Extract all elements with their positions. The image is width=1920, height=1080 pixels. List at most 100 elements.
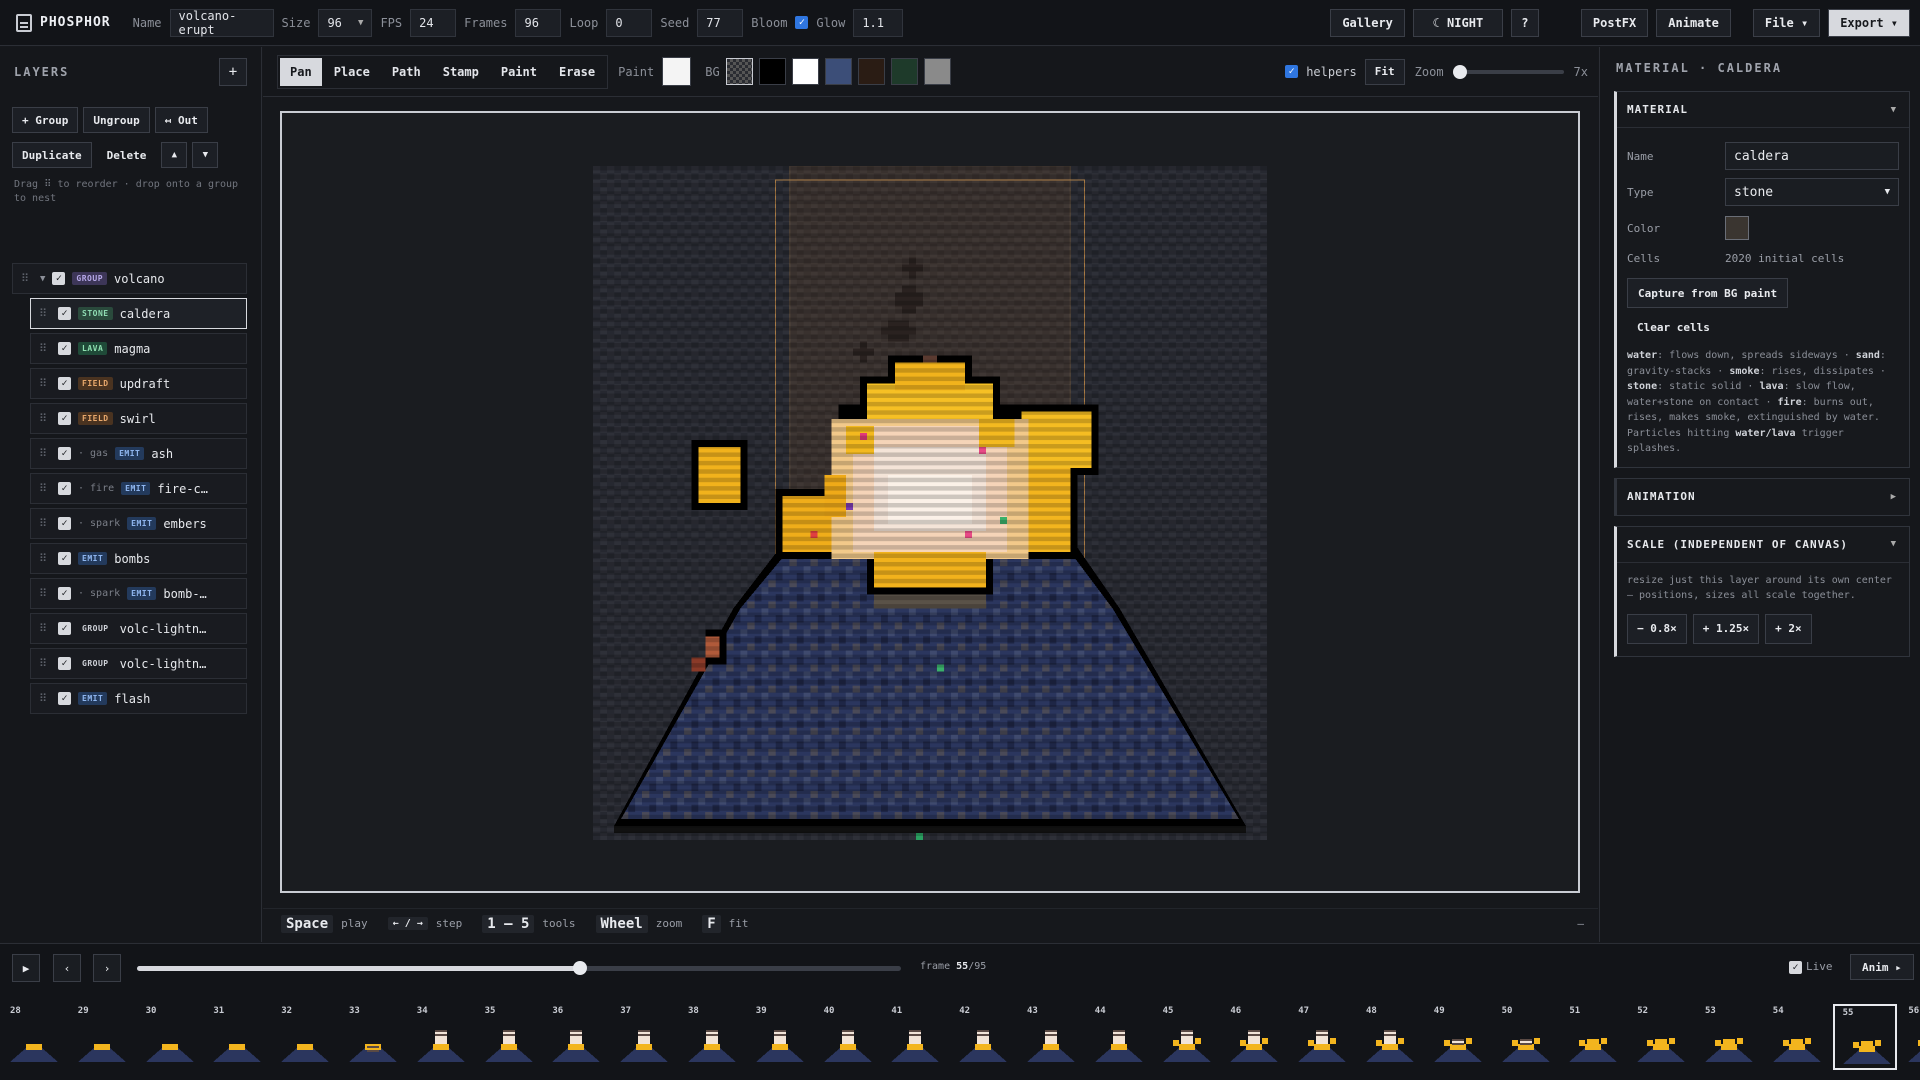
move-down-button[interactable]: ▼ — [192, 142, 219, 168]
bg-swatch[interactable] — [758, 58, 786, 85]
file-menu-button[interactable]: File ▾ — [1752, 8, 1821, 37]
frames-input[interactable]: 96 — [515, 8, 562, 37]
material-section-header[interactable]: MATERIAL ▼ — [1617, 92, 1909, 128]
material-name-input[interactable]: caldera — [1725, 142, 1899, 170]
loop-input[interactable]: 0 — [606, 8, 653, 37]
drag-handle-icon[interactable]: ⠿ — [39, 622, 51, 635]
pixel-canvas[interactable] — [593, 166, 1267, 840]
layer-visibility-checkbox[interactable]: ✓ — [58, 342, 71, 355]
drag-handle-icon[interactable]: ⠿ — [39, 342, 51, 355]
play-button[interactable]: ▶ — [12, 954, 40, 982]
layer-visibility-checkbox[interactable]: ✓ — [58, 377, 71, 390]
layer-visibility-checkbox[interactable]: ✓ — [58, 657, 71, 670]
drag-handle-icon[interactable]: ⠿ — [39, 447, 51, 460]
layer-row[interactable]: ⠿ ✓ EMIT bombs — [30, 543, 247, 574]
add-layer-button[interactable]: + — [219, 58, 247, 86]
layer-visibility-checkbox[interactable]: ✓ — [58, 412, 71, 425]
frame-thumbnail[interactable]: 38 — [680, 1004, 744, 1070]
fps-input[interactable]: 24 — [410, 8, 457, 37]
drag-handle-icon[interactable]: ⠿ — [39, 412, 51, 425]
bg-swatch[interactable] — [890, 58, 918, 85]
frame-thumbnail[interactable]: 50 — [1494, 1004, 1558, 1070]
layer-visibility-checkbox[interactable]: ✓ — [58, 552, 71, 565]
bg-swatch[interactable] — [791, 58, 819, 85]
scale-section-header[interactable]: SCALE (INDEPENDENT OF CANVAS) ▼ — [1617, 527, 1909, 563]
tool-stamp[interactable]: Stamp — [433, 58, 489, 86]
move-out-button[interactable]: ↤ Out — [154, 107, 208, 133]
frame-thumbnail[interactable]: 56 — [1900, 1004, 1920, 1070]
layer-visibility-checkbox[interactable]: ✓ — [58, 622, 71, 635]
fit-button[interactable]: Fit — [1364, 58, 1405, 85]
layer-row[interactable]: ⠿ ✓ EMIT flash — [30, 683, 247, 714]
layer-row[interactable]: ⠿ ✓ STONE caldera — [30, 298, 247, 329]
layer-visibility-checkbox[interactable]: ✓ — [58, 482, 71, 495]
delete-button[interactable]: Delete — [97, 142, 157, 168]
frame-thumbnail[interactable]: 44 — [1087, 1004, 1151, 1070]
layer-visibility-checkbox[interactable]: ✓ — [58, 307, 71, 320]
drag-handle-icon[interactable]: ⠿ — [39, 517, 51, 530]
frame-scrubber-knob[interactable] — [573, 961, 588, 975]
tool-place[interactable]: Place — [324, 58, 380, 86]
frame-thumbnail[interactable]: 42 — [951, 1004, 1015, 1070]
drag-handle-icon[interactable]: ⠿ — [39, 587, 51, 600]
add-group-button[interactable]: + Group — [12, 107, 79, 133]
anim-button[interactable]: Anim ▸ — [1850, 954, 1914, 980]
layer-row[interactable]: ⠿ ✓ LAVA magma — [30, 333, 247, 364]
seed-input[interactable]: 77 — [697, 8, 744, 37]
prev-frame-button[interactable]: ‹ — [53, 954, 81, 982]
layer-row[interactable]: ⠿ ✓ · fire EMIT fire-c… — [30, 473, 247, 504]
frame-thumbnail[interactable]: 33 — [341, 1004, 405, 1070]
frame-thumbnail[interactable]: 55 — [1832, 1004, 1897, 1070]
frame-thumbnail[interactable]: 54 — [1765, 1004, 1829, 1070]
drag-handle-icon[interactable]: ⠿ — [39, 692, 51, 705]
frame-thumbnail[interactable]: 46 — [1222, 1004, 1286, 1070]
zoom-slider-knob[interactable] — [1453, 64, 1468, 79]
frame-thumbnail[interactable]: 40 — [816, 1004, 880, 1070]
bg-swatch[interactable] — [923, 58, 951, 85]
frame-thumbnail[interactable]: 29 — [70, 1004, 134, 1070]
animation-section-header[interactable]: ANIMATION ▶ — [1617, 479, 1909, 515]
glow-input[interactable]: 1.1 — [853, 8, 904, 37]
drag-handle-icon[interactable]: ⠿ — [39, 552, 51, 565]
frame-thumbnail[interactable]: 48 — [1358, 1004, 1422, 1070]
move-up-button[interactable]: ▲ — [161, 142, 188, 168]
frame-scrubber[interactable] — [137, 961, 901, 975]
layer-row[interactable]: ⠿ ✓ FIELD swirl — [30, 403, 247, 434]
tool-path[interactable]: Path — [382, 58, 431, 86]
zoom-slider[interactable] — [1453, 64, 1564, 79]
layer-row[interactable]: ⠿ ▼ ✓ GROUP volcano — [12, 263, 247, 294]
expand-toggle-icon[interactable]: ▼ — [40, 274, 45, 284]
bg-swatch[interactable] — [857, 58, 885, 85]
frame-thumbnail[interactable]: 34 — [409, 1004, 473, 1070]
live-checkbox[interactable]: ✓ — [1789, 961, 1802, 974]
capture-bg-paint-button[interactable]: Capture from BG paint — [1627, 278, 1789, 308]
gallery-button[interactable]: Gallery — [1330, 8, 1405, 37]
ungroup-button[interactable]: Ungroup — [83, 107, 150, 133]
scale-button[interactable]: − 0.8× — [1627, 613, 1687, 644]
bg-swatch[interactable] — [824, 58, 852, 85]
layer-row[interactable]: ⠿ ✓ · gas EMIT ash — [30, 438, 247, 469]
helpers-checkbox[interactable]: ✓ — [1285, 65, 1299, 78]
frame-thumbnail[interactable]: 43 — [1019, 1004, 1083, 1070]
size-select[interactable]: 96 ▼ — [318, 8, 373, 37]
layer-row[interactable]: ⠿ ✓ GROUP volc-lightn… — [30, 613, 247, 644]
clear-cells-button[interactable]: Clear cells — [1627, 314, 1720, 340]
material-type-select[interactable]: stone ▼ — [1725, 178, 1899, 206]
layer-visibility-checkbox[interactable]: ✓ — [52, 272, 66, 285]
tool-paint[interactable]: Paint — [491, 58, 547, 86]
layer-visibility-checkbox[interactable]: ✓ — [58, 447, 71, 460]
drag-handle-icon[interactable]: ⠿ — [39, 657, 51, 670]
export-menu-button[interactable]: Export ▾ — [1828, 8, 1910, 37]
help-button[interactable]: ? — [1510, 8, 1539, 37]
drag-handle-icon[interactable]: ⠿ — [39, 482, 51, 495]
scale-button[interactable]: + 1.25× — [1692, 613, 1760, 644]
paint-color-swatch[interactable] — [662, 57, 692, 86]
duplicate-button[interactable]: Duplicate — [12, 142, 92, 168]
frame-thumbnail[interactable]: 49 — [1426, 1004, 1490, 1070]
drag-handle-icon[interactable]: ⠿ — [39, 377, 51, 390]
frame-thumbnail[interactable]: 47 — [1290, 1004, 1354, 1070]
next-frame-button[interactable]: › — [93, 954, 121, 982]
frame-thumbnail[interactable]: 37 — [612, 1004, 676, 1070]
drag-handle-icon[interactable]: ⠿ — [39, 307, 51, 320]
frame-thumbnail[interactable]: 51 — [1561, 1004, 1625, 1070]
